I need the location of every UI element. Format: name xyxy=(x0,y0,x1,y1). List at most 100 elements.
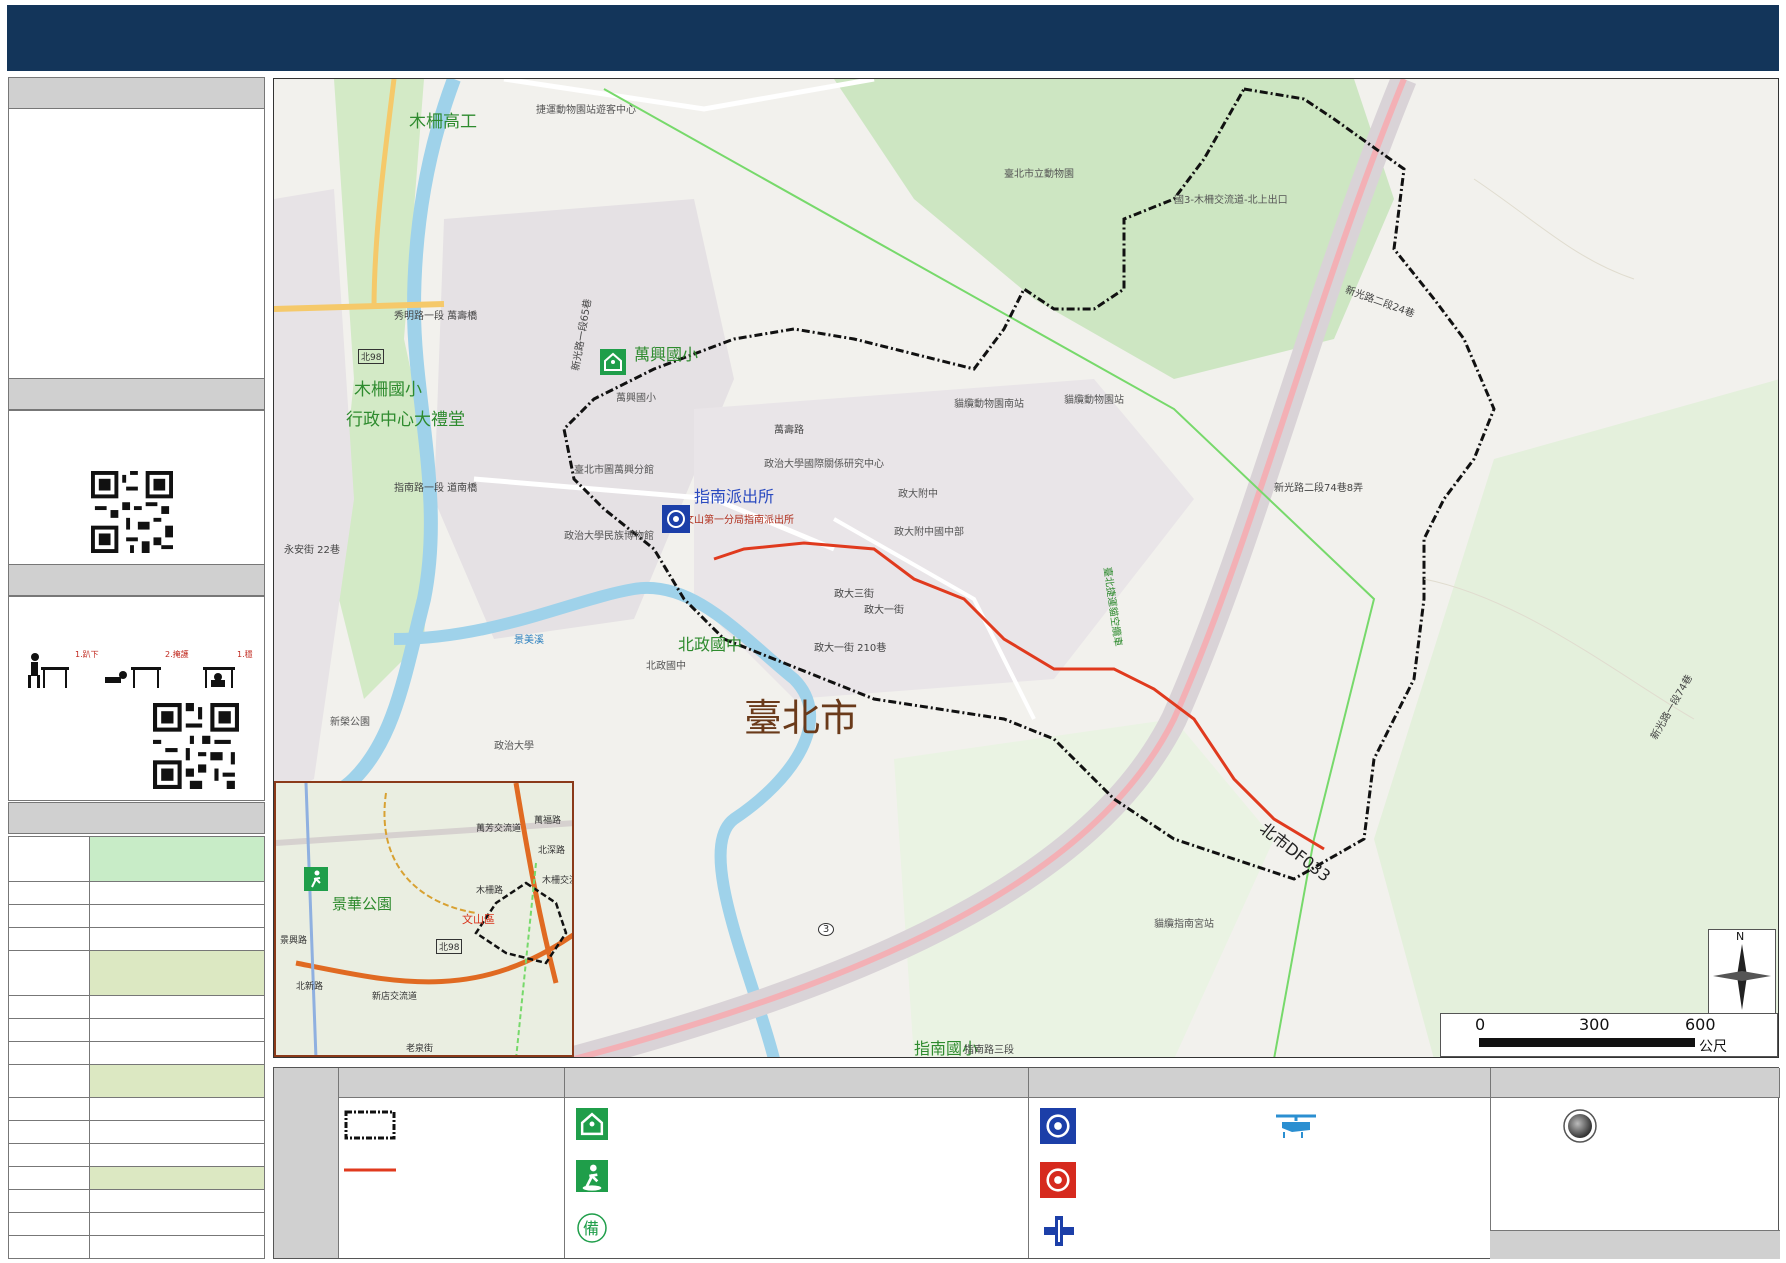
helicopter-icon xyxy=(1276,1114,1316,1138)
scale-tick: 600 xyxy=(1685,1015,1716,1034)
inset-label: 萬芳交流道 xyxy=(476,824,522,834)
inset-label: 景興路 xyxy=(280,936,308,946)
table-row xyxy=(8,1120,265,1144)
table-row xyxy=(8,950,265,996)
sidebar-panel-earthquake: 1.趴下 2.掩護 1.穩住 xyxy=(8,596,265,801)
drop-cover-hold-icon: 1.趴下 2.掩護 1.穩住 xyxy=(28,649,253,688)
place-label: 新榮公園 xyxy=(330,717,370,728)
road-label: 政大一街 xyxy=(864,605,904,616)
svg-text:1.穩住: 1.穩住 xyxy=(237,649,253,659)
inset-label: 北深路 xyxy=(538,846,566,856)
qr-code-icon-2[interactable] xyxy=(153,703,239,789)
legend-side xyxy=(274,1068,339,1258)
inset-label: 老泉街 xyxy=(406,1044,434,1054)
table-row xyxy=(8,836,265,882)
road-label: 萬壽路 xyxy=(774,425,804,436)
scale-bar: 0 300 600 公尺 xyxy=(1440,1013,1778,1057)
road-shield: 北98 xyxy=(358,349,385,364)
inset-label: 新店交流道 xyxy=(372,992,418,1002)
city-label: 臺北市 xyxy=(744,696,859,740)
road-label: 新光路二段74巷8弄 xyxy=(1274,483,1364,494)
evacuation-site-icon[interactable] xyxy=(304,867,328,891)
table-row xyxy=(8,881,265,905)
road-label: 景美溪 xyxy=(514,635,544,646)
rain-gauge-icon xyxy=(1563,1109,1597,1143)
scale-tick: 300 xyxy=(1579,1015,1610,1034)
main-map[interactable]: 臺北市 木柵高工 萬興國小 木柵國小 行政中心大禮堂 指南派出所 北政國中 指南… xyxy=(273,78,1779,1058)
table-row xyxy=(8,1041,265,1065)
sidebar-header-3 xyxy=(8,564,265,596)
place-label: 文山第一分局指南派出所 xyxy=(684,515,794,526)
place-label: 臺北市圖萬興分館 xyxy=(574,465,654,476)
debris-flow-line-icon xyxy=(344,1168,396,1172)
scale-tick: 0 xyxy=(1475,1015,1486,1034)
freeway-shield: 3 xyxy=(818,923,834,936)
fire-station-icon xyxy=(1040,1162,1076,1198)
inset-label: 北98 xyxy=(436,939,463,954)
place-label: 指南派出所 xyxy=(694,487,775,506)
place-label: 捷運動物園站遊客中心 xyxy=(536,105,636,116)
title-bar xyxy=(7,5,1779,71)
inset-label: 木柵路 xyxy=(476,886,504,896)
table-row xyxy=(8,995,265,1019)
table-row xyxy=(8,1018,265,1042)
place-label: 政大附中 xyxy=(898,489,938,500)
place-label: 萬興國小 xyxy=(616,393,656,404)
table-row xyxy=(8,1064,265,1098)
place-label: 政治大學國際關係研究中心 xyxy=(764,459,884,470)
sidebar-panel-qr xyxy=(8,410,265,565)
place-label: 行政中心大禮堂 xyxy=(346,410,465,430)
road-label: 指南路一段 道南橋 xyxy=(394,483,478,494)
road-label: 永安街 22巷 xyxy=(284,545,340,556)
qr-code-icon[interactable] xyxy=(91,471,173,553)
place-label: 貓纜動物園站 xyxy=(1064,395,1124,406)
table-row xyxy=(8,1097,265,1121)
place-label: 臺北市立動物園 xyxy=(1004,169,1074,180)
sidebar-header-4 xyxy=(8,802,265,834)
table-row xyxy=(8,1189,265,1213)
svg-text:備: 備 xyxy=(583,1219,599,1238)
table-row xyxy=(8,1235,265,1259)
place-label: 國3-木柵交流道-北上出口 xyxy=(1174,195,1288,206)
reserve-shelter-icon: 備 xyxy=(577,1213,607,1243)
place-label: 萬興國小 xyxy=(634,345,699,364)
road-label: 秀明路一段 萬壽橋 xyxy=(394,311,478,322)
table-row xyxy=(8,1212,265,1236)
shelter-icon[interactable] xyxy=(600,349,626,375)
place-label: 北政國中 xyxy=(646,661,686,672)
sidebar-header-2 xyxy=(8,378,265,410)
inset-label: 木柵交流道 xyxy=(542,876,572,886)
svg-text:2.掩護: 2.掩護 xyxy=(165,649,189,659)
boundary-line-icon xyxy=(344,1110,396,1140)
police-station-icon[interactable] xyxy=(662,505,690,533)
place-label: 政治大學民族博物館 xyxy=(564,531,654,542)
sidebar-panel-info xyxy=(8,109,265,381)
inset-label: 萬福路 xyxy=(534,816,562,826)
medical-icon xyxy=(1044,1216,1074,1246)
table-row xyxy=(8,1143,265,1167)
place-label: 木柵國小 xyxy=(354,380,422,400)
police-station-icon xyxy=(1040,1108,1076,1144)
inset-label: 北新路 xyxy=(296,982,324,992)
evacuation-site-icon xyxy=(576,1160,608,1192)
inset-label: 景華公園 xyxy=(332,895,393,913)
road-label: 指南路三段 xyxy=(964,1045,1014,1056)
sidebar-header-1 xyxy=(8,77,265,109)
legend: 備 xyxy=(273,1067,1780,1259)
place-label: 政治大學 xyxy=(494,741,534,752)
table-row xyxy=(8,1166,265,1190)
scale-unit: 公尺 xyxy=(1699,1039,1727,1055)
inset-map[interactable]: 景華公園 文山區 萬芳交流道 木柵交流道 新店交流道 北新路 木柵路 萬福路 北… xyxy=(274,781,574,1057)
svg-text:1.趴下: 1.趴下 xyxy=(75,650,99,659)
place-label: 貓纜動物園南站 xyxy=(954,399,1024,410)
place-label: 木柵高工 xyxy=(409,112,477,132)
table-row xyxy=(8,904,265,928)
place-label: 北政國中 xyxy=(678,635,743,654)
shelter-icon xyxy=(576,1108,608,1140)
road-label: 政大一街 210巷 xyxy=(814,643,887,654)
road-label: 政大三街 xyxy=(834,589,874,600)
place-label: 貓纜指南宮站 xyxy=(1154,919,1214,930)
table-row xyxy=(8,927,265,951)
north-arrow: N xyxy=(1708,929,1776,1015)
inset-label: 文山區 xyxy=(462,913,495,926)
